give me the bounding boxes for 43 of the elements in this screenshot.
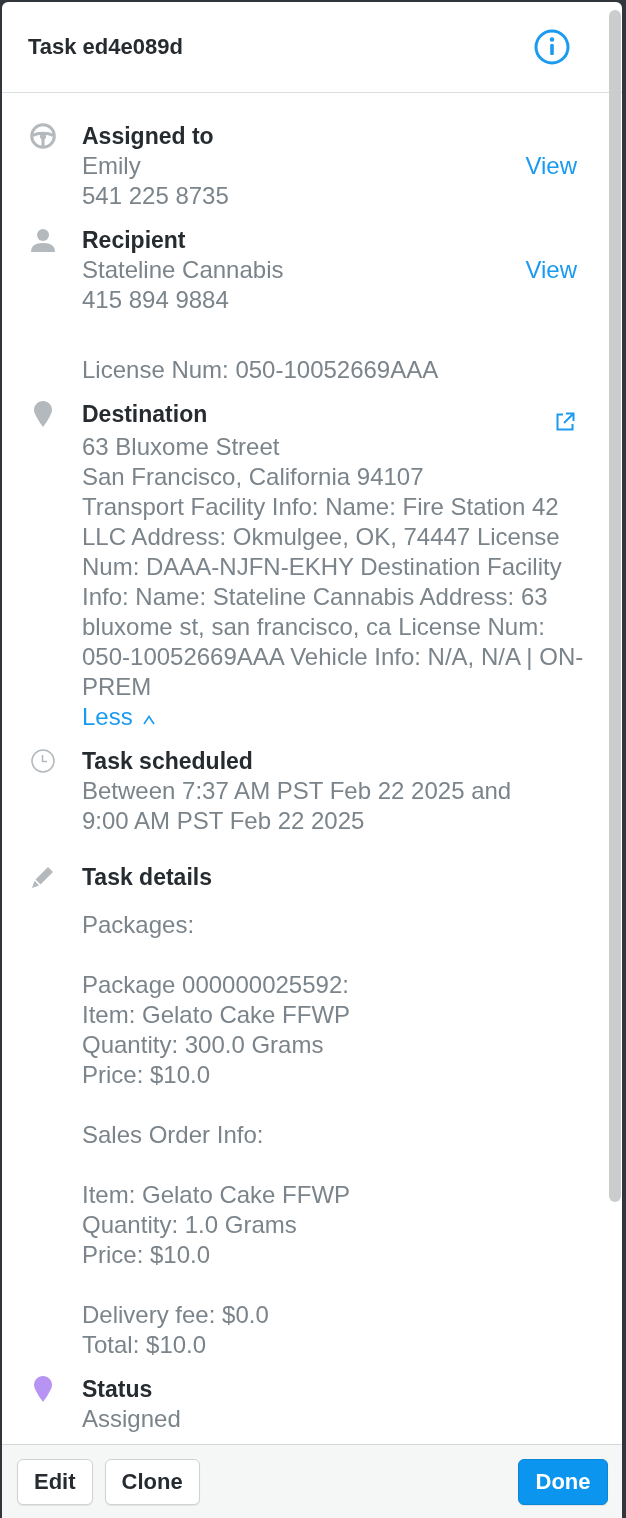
clock-icon [31, 749, 55, 773]
scrollbar-thumb[interactable] [609, 10, 621, 1202]
detail-line: Price: $10.0 [82, 1060, 212, 1090]
info-icon[interactable] [534, 29, 570, 65]
detail-line: Item: Gelato Cake FFWP [82, 1000, 352, 1030]
license-number: License Num: 050-10052669AAA [82, 355, 440, 385]
section-title: Recipient [82, 226, 186, 255]
section-title: Destination [82, 400, 208, 429]
less-toggle[interactable]: Less [82, 702, 155, 732]
footer-button[interactable]: Edit [17, 1458, 93, 1505]
detail-line: Assigned [82, 1404, 181, 1434]
detail-line: Emily [82, 151, 142, 181]
person-icon [30, 228, 56, 252]
footer-button[interactable]: Clone [104, 1458, 200, 1505]
detail-line: Item: Gelato Cake FFWP [82, 1180, 352, 1210]
detail-line: Package 000000025592: [82, 970, 350, 1000]
detail-line: Packages: [82, 910, 196, 940]
detail-line: San Francisco, California 94107 [82, 462, 424, 492]
detail-line: Delivery fee: $0.0 [82, 1300, 270, 1330]
done-button[interactable]: Done [518, 1458, 608, 1505]
detail-line: Total: $10.0 [82, 1330, 208, 1360]
view-link[interactable]: View [525, 255, 577, 285]
steering-wheel-icon [30, 123, 56, 149]
section-title: Task details [82, 863, 212, 892]
external-link-icon[interactable] [555, 412, 575, 432]
schedule-text: Between 7:37 AM PST Feb 22 2025 and 9:00 AM PST Feb 22 2025 [82, 776, 513, 836]
detail-line: Stateline Cannabis [82, 255, 284, 285]
section-title: Status [82, 1375, 153, 1404]
section-title: Assigned to [82, 122, 214, 151]
section-title: Task scheduled [82, 747, 253, 776]
detail-line: Sales Order Info: [82, 1120, 265, 1150]
chevron-up-icon [142, 715, 155, 725]
pencil-icon [32, 866, 54, 888]
detail-line: 415 894 9884 [82, 285, 230, 315]
task-title: Task ed4e089d [28, 34, 183, 60]
map-pin-icon [34, 401, 52, 427]
view-link[interactable]: View [525, 151, 577, 181]
detail-line: 63 Bluxome Street [82, 432, 281, 462]
detail-line: Quantity: 1.0 Grams [82, 1210, 298, 1240]
detail-line: 541 225 8735 [82, 181, 229, 211]
facility-info-text: Transport Facility Info: Name: Fire Station 42 LLC Address: Okmulgee, OK, 74447 License Num: DAAA-NJFN-EKHY Destination Facility Info: Name: Stateline Cannabis Address: 63 bluxome st, san francisco, ca License Num: 050-10052669AAA Vehicle Info: N/A, N/A | ON-PREM [82, 492, 585, 702]
detail-line: Price: $10.0 [82, 1240, 212, 1270]
detail-line: Quantity: 300.0 Grams [82, 1030, 325, 1060]
